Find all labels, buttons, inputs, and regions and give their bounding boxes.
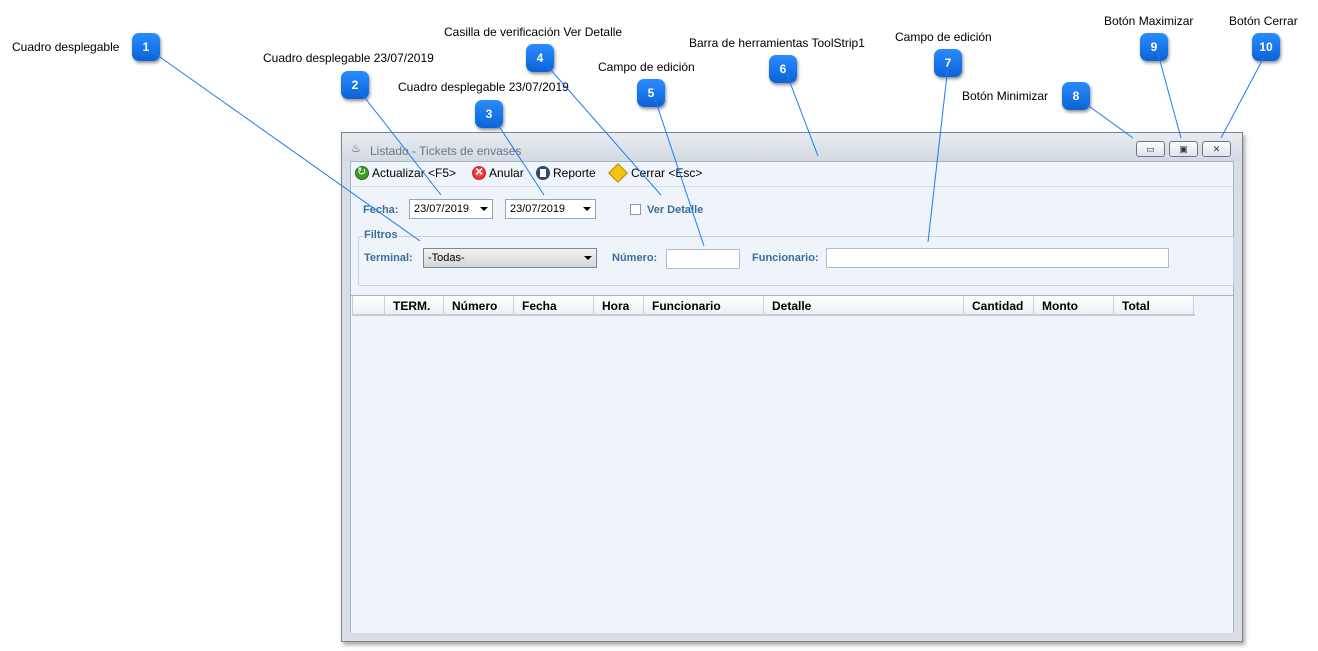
callout-label-1: Cuadro desplegable xyxy=(12,40,120,54)
detail-checkbox[interactable] xyxy=(630,204,641,215)
toolstrip: Actualizar <F5> Anular Reporte Cerrar <E… xyxy=(351,162,1233,187)
maximize-button[interactable]: ▣ xyxy=(1169,141,1198,157)
date-to-value: 23/07/2019 xyxy=(510,203,566,215)
col-cantidad[interactable]: Cantidad xyxy=(964,296,1034,314)
callout-label-4: Casilla de verificación Ver Detalle xyxy=(444,25,623,39)
col-monto[interactable]: Monto xyxy=(1034,296,1114,314)
terminal-combo[interactable]: -Todas- xyxy=(423,248,597,268)
form-content: Actualizar <F5> Anular Reporte Cerrar <E… xyxy=(350,161,1234,633)
date-to-combo[interactable]: 23/07/2019 xyxy=(505,199,596,219)
fecha-label: Fecha: xyxy=(363,204,399,216)
leader-line-9 xyxy=(1156,49,1182,139)
col-detalle[interactable]: Detalle xyxy=(764,296,964,314)
callout-badge-7: 7 xyxy=(934,49,962,77)
cancel-label: Anular xyxy=(489,166,524,180)
window-title: Listado - Tickets de envases xyxy=(370,144,522,158)
callout-badge-2: 2 xyxy=(341,71,369,99)
title-bar[interactable]: ♨ Listado - Tickets de envases ▭ ▣ ✕ xyxy=(342,133,1242,161)
callout-label-7: Campo de edición xyxy=(895,30,992,44)
col-total[interactable]: Total xyxy=(1114,296,1194,314)
tickets-grid[interactable]: TERM. Número Fecha Hora Funcionario Deta… xyxy=(351,295,1233,633)
report-label: Reporte xyxy=(553,166,596,180)
callout-badge-5: 5 xyxy=(637,79,665,107)
cancel-icon xyxy=(472,163,486,180)
callout-badge-6: 6 xyxy=(769,55,797,83)
leader-line-10 xyxy=(1220,56,1265,139)
callout-badge-4: 4 xyxy=(526,44,554,72)
callout-badge-3: 3 xyxy=(475,100,503,128)
callout-label-9: Botón Maximizar xyxy=(1104,14,1194,28)
cancel-button[interactable]: Anular xyxy=(472,163,524,180)
numero-input[interactable] xyxy=(666,249,740,269)
close-label: Cerrar <Esc> xyxy=(631,166,703,180)
callout-label-10: Botón Cerrar xyxy=(1229,14,1298,28)
date-from-combo[interactable]: 23/07/2019 xyxy=(409,199,493,219)
chevron-down-icon xyxy=(583,207,591,211)
refresh-label: Actualizar <F5> xyxy=(372,166,457,180)
callout-badge-1: 1 xyxy=(132,33,160,61)
minimize-button[interactable]: ▭ xyxy=(1136,141,1165,157)
callout-badge-8: 8 xyxy=(1062,82,1090,110)
filters-title: Filtros xyxy=(363,229,399,241)
callout-label-2: Cuadro desplegable 23/07/2019 xyxy=(263,51,434,65)
grid-row-header-col xyxy=(353,296,385,314)
app-window: ♨ Listado - Tickets de envases ▭ ▣ ✕ Act… xyxy=(341,132,1243,642)
col-funcionario[interactable]: Funcionario xyxy=(644,296,764,314)
numero-label: Número: xyxy=(612,252,658,264)
terminal-label: Terminal: xyxy=(364,252,413,264)
funcionario-label: Funcionario: xyxy=(752,252,819,264)
callout-badge-9: 9 xyxy=(1140,33,1168,61)
col-fecha[interactable]: Fecha xyxy=(514,296,594,314)
col-hora[interactable]: Hora xyxy=(594,296,644,314)
terminal-value: -Todas- xyxy=(428,252,465,264)
chevron-down-icon xyxy=(480,207,488,211)
chevron-down-icon xyxy=(584,256,592,260)
close-window-button[interactable]: ✕ xyxy=(1202,141,1231,157)
callout-badge-10: 10 xyxy=(1252,33,1280,61)
detail-label[interactable]: Ver Detalle xyxy=(647,204,703,216)
funcionario-input[interactable] xyxy=(826,248,1169,268)
refresh-icon xyxy=(355,165,369,180)
clipboard-icon xyxy=(536,166,550,180)
col-term[interactable]: TERM. xyxy=(385,296,444,314)
grid-header: TERM. Número Fecha Hora Funcionario Deta… xyxy=(352,296,1195,316)
close-button[interactable]: Cerrar <Esc> xyxy=(608,163,703,183)
exit-icon xyxy=(608,163,628,183)
refresh-button[interactable]: Actualizar <F5> xyxy=(355,165,457,180)
date-from-value: 23/07/2019 xyxy=(414,203,470,215)
callout-label-8: Botón Minimizar xyxy=(962,89,1049,103)
callout-label-3: Cuadro desplegable 23/07/2019 xyxy=(398,80,569,94)
callout-label-6: Barra de herramientas ToolStrip1 xyxy=(689,36,865,50)
col-numero[interactable]: Número xyxy=(444,296,514,314)
report-button[interactable]: Reporte xyxy=(536,166,596,180)
callout-label-5: Campo de edición xyxy=(598,60,695,74)
java-cup-icon: ♨ xyxy=(351,143,361,155)
